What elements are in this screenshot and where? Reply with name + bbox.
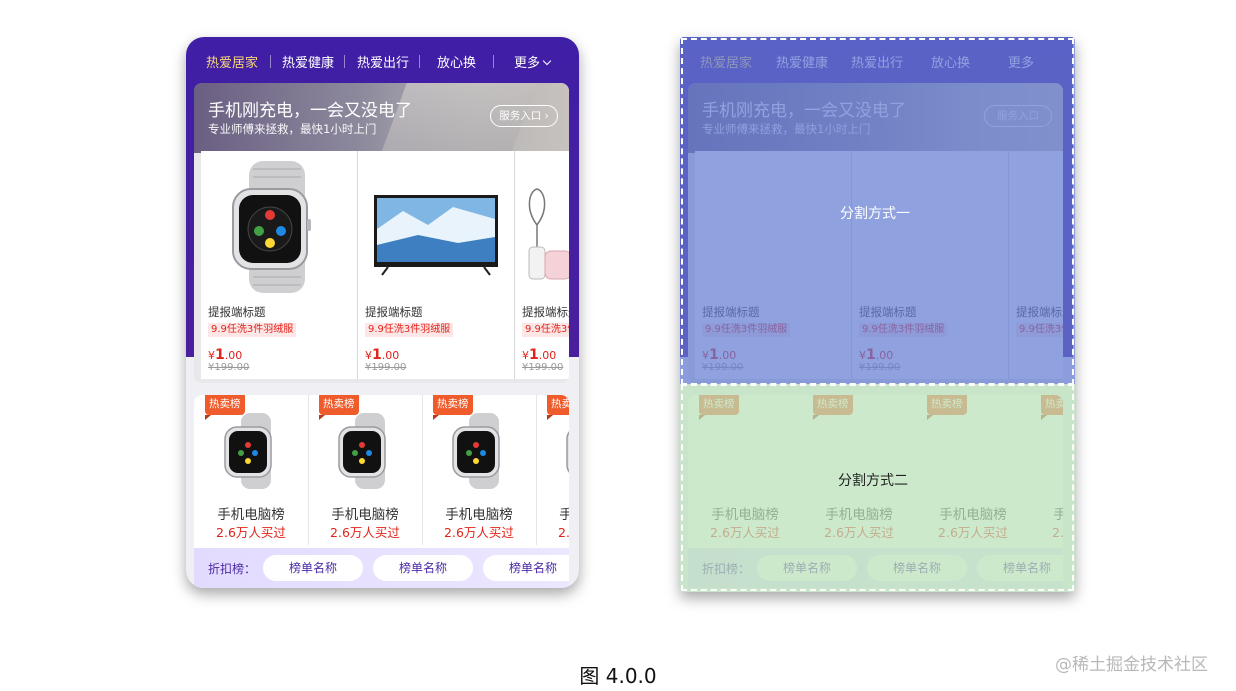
product-carousel[interactable]: 提报端标题 9.9任洗3件羽绒服 ¥1.00 ¥199.00 提报端标题 9.9… (201, 151, 569, 379)
ranking-buyers: 2.6万人买过 (330, 525, 400, 540)
apple-watch-icon (338, 413, 386, 489)
nav-tab-health[interactable]: 热爱健康 (282, 52, 334, 71)
service-module: 手机刚充电，一会又没电了 专业师傅来拯救，最快1小时上门 服务入口 › 提报端标… (194, 83, 569, 383)
nav-separator (493, 55, 494, 68)
product-card[interactable]: 提报端标题 9.9任洗3件羽绒服 ¥1.00 ¥199.00 (201, 151, 357, 379)
price-decimal: .00 (224, 349, 243, 362)
top-nav: 热爱居家 热爱健康 热爱出行 放心换 更多 (186, 47, 579, 73)
currency-symbol: ¥ (208, 349, 215, 362)
card-content: 热爱居家 热爱健康 热爱出行 放心换 更多 手机刚充电，一会又没电了 专业师傅来… (186, 37, 579, 588)
product-title: 提报端标题 (208, 305, 266, 319)
apple-watch-icon (232, 161, 311, 293)
price-integer: 1 (529, 347, 539, 363)
price-decimal: .00 (381, 349, 400, 362)
ranking-buyers: 2.6万人买过 (558, 525, 569, 540)
product-card[interactable]: 提报端标题 9.9任洗3件羽绒服 ¥1.00 ¥199.00 (358, 151, 514, 379)
nav-separator (419, 55, 420, 68)
product-price: ¥1.00 (208, 344, 242, 363)
nav-tab-home[interactable]: 热爱居家 (206, 52, 258, 71)
hot-sale-badge: 热卖榜 (547, 395, 569, 420)
service-banner: 手机刚充电，一会又没电了 专业师傅来拯救，最快1小时上门 服务入口 › (194, 83, 569, 163)
nav-tab-more[interactable]: 更多 (514, 52, 552, 71)
ranking-module: 热卖榜 手机电脑榜 2.6万人买过 热卖榜 手机电脑榜 2.6万人买过 热卖榜 … (194, 395, 569, 588)
nav-tab-exchange[interactable]: 放心换 (437, 52, 476, 71)
ranking-card[interactable]: 热卖榜 手机电脑榜 2.6万人买过 (194, 395, 308, 545)
apple-watch-icon (224, 413, 272, 489)
ranking-name: 手机电脑榜 (331, 507, 399, 523)
currency-symbol: ¥ (522, 349, 529, 362)
original-price: ¥199.00 (208, 362, 250, 373)
ranking-card[interactable]: 热卖榜 手机电脑榜 2.6万人买过 (422, 395, 536, 545)
figure-caption: 图 4.0.0 (579, 664, 657, 688)
nav-tab-travel[interactable]: 热爱出行 (357, 52, 409, 71)
promo-tag: 9.9任洗3件羽绒服 (522, 323, 569, 337)
ranking-buyers: 2.6万人买过 (216, 525, 286, 540)
ranking-name: 手机电脑榜 (217, 507, 285, 523)
chevron-down-icon (542, 56, 552, 66)
segment-one-label: 分割方式一 (840, 206, 910, 222)
list-name-chip[interactable]: 榜单名称 (263, 555, 363, 581)
hand-mixer-icon (528, 188, 569, 280)
television-icon (374, 195, 498, 276)
list-name-chip[interactable]: 榜单名称 (483, 555, 569, 581)
chevron-right-icon: › (544, 110, 549, 122)
hot-sale-badge: 热卖榜 (319, 395, 359, 420)
price-decimal: .00 (538, 349, 557, 362)
hot-sale-badge: 热卖榜 (433, 395, 473, 420)
promo-tag: 9.9任洗3件羽绒服 (208, 323, 297, 337)
ranking-card[interactable]: 热卖榜 手机电脑榜 2.6万人买过 (536, 395, 569, 545)
watermark: @稀土掘金技术社区 (1055, 655, 1208, 675)
list-name-chip[interactable]: 榜单名称 (373, 555, 473, 581)
service-title: 手机刚充电，一会又没电了 (208, 101, 412, 121)
nav-more-label: 更多 (514, 56, 541, 71)
ranking-card[interactable]: 热卖榜 手机电脑榜 2.6万人买过 (308, 395, 422, 545)
product-price: ¥1.00 (522, 344, 556, 363)
phone-card-original: 热爱居家 热爱健康 热爱出行 放心换 更多 手机刚充电，一会又没电了 专业师傅来… (186, 37, 579, 588)
price-integer: 1 (372, 347, 382, 363)
service-entry-label: 服务入口 (499, 110, 542, 122)
original-price: ¥199.00 (522, 362, 564, 373)
product-price: ¥1.00 (365, 344, 399, 363)
service-subtitle: 专业师傅来拯救，最快1小时上门 (208, 122, 377, 136)
hot-sale-badge: 热卖榜 (205, 395, 245, 420)
nav-separator (344, 55, 345, 68)
discount-label: 折扣榜： (208, 562, 257, 576)
segment-two-label: 分割方式二 (838, 473, 908, 489)
original-price: ¥199.00 (365, 362, 407, 373)
apple-watch-icon (452, 413, 500, 489)
nav-separator (270, 55, 271, 68)
discount-bar: 折扣榜： 榜单名称 榜单名称 榜单名称 (194, 548, 569, 588)
ranking-name: 手机电脑榜 (559, 507, 569, 523)
ranking-name: 手机电脑榜 (445, 507, 513, 523)
apple-watch-icon (566, 431, 569, 473)
product-title: 提报端标题 (522, 305, 569, 319)
ranking-buyers: 2.6万人买过 (444, 525, 514, 540)
product-card[interactable]: 提报端标题 9.9任洗3件羽绒服 ¥1.00 ¥199.00 (515, 151, 569, 379)
promo-tag: 9.9任洗3件羽绒服 (365, 323, 454, 337)
phone-card-segmented: 热爱居家 热爱健康 热爱出行 放心换 更多 手机刚充电，一会又没电了 专业师傅来… (680, 37, 1075, 592)
service-entry-button[interactable]: 服务入口 › (490, 105, 558, 127)
product-title: 提报端标题 (365, 305, 423, 319)
currency-symbol: ¥ (365, 349, 372, 362)
price-integer: 1 (215, 347, 225, 363)
